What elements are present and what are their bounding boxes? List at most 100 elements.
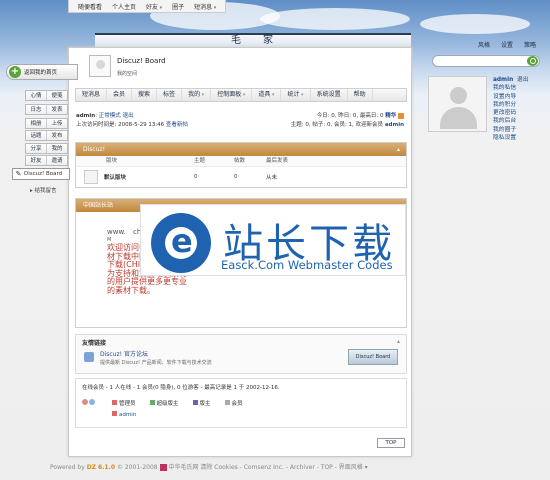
menu-pm[interactable]: 我的私信 xyxy=(493,84,529,92)
online-members: 在线会员 - 1 人在线 - 1 会员(0 隐身), 0 位游客 - 最高记录是… xyxy=(75,378,407,428)
info-user[interactable]: admin xyxy=(76,113,95,119)
friend-title: 友情链接 xyxy=(82,340,107,347)
dz-board-link[interactable]: ✎ Discuz! Board xyxy=(12,168,70,180)
top-button[interactable]: TOP xyxy=(377,438,405,448)
users-icon xyxy=(82,397,96,409)
avatar[interactable] xyxy=(428,76,487,132)
search-input[interactable] xyxy=(432,55,540,67)
info-sep: : xyxy=(95,113,98,119)
back-home-button[interactable]: + 返回我的首页 xyxy=(6,64,78,80)
forum-posts: 0 xyxy=(234,174,238,180)
nav-search[interactable]: 搜索 xyxy=(132,89,158,101)
stats-today: 今日: 0, 昨日: 0, 最高日: 0 xyxy=(316,113,384,119)
collapse-icon[interactable]: ▴ xyxy=(397,143,400,156)
nav-tags[interactable]: 标签 xyxy=(157,89,183,101)
link-style[interactable]: 风格 xyxy=(478,40,490,49)
board-subtitle[interactable]: 我的空间 xyxy=(117,70,137,77)
left-note[interactable]: 便笺 xyxy=(47,91,67,100)
topbar-friends[interactable]: 好友 xyxy=(146,2,162,11)
footer-version: 6.1.0 xyxy=(97,464,116,471)
forum-name[interactable]: 默认版块 xyxy=(104,173,194,181)
info-mode[interactable]: 正常模式 xyxy=(99,113,121,119)
info-logout[interactable]: 退出 xyxy=(123,113,134,119)
legend-supermod: 超级版主 xyxy=(149,399,179,407)
guestbook-link[interactable]: ▸ 结我留言 xyxy=(30,186,57,194)
friend-desc: 提供最新 Discuz! 产品新闻、软件下载与技术交流 xyxy=(100,360,212,366)
left-invite[interactable]: 邀请 xyxy=(47,156,67,165)
site-banner: 毛家 xyxy=(95,33,411,47)
left-friends[interactable]: 好友 xyxy=(26,156,47,165)
small-text-1: www. xyxy=(107,228,126,236)
right-user[interactable]: admin xyxy=(493,77,513,83)
link-policy[interactable]: 策略 xyxy=(524,40,536,49)
watermark-logo-icon xyxy=(151,213,211,273)
back-home-label: 返回我的首页 xyxy=(24,70,58,76)
forum-row[interactable]: 默认版块 0 0 从未 xyxy=(76,167,406,187)
menu-credits[interactable]: 我的积分 xyxy=(493,101,529,109)
banner-char-2: 家 xyxy=(263,35,275,46)
nav-help[interactable]: 帮助 xyxy=(348,89,373,101)
watermark: 站长下载 Easck.Com Webmaster Codes xyxy=(140,204,406,276)
right-logout[interactable]: 退出 xyxy=(517,77,529,83)
col-topics: 主题 xyxy=(194,158,206,164)
stats-digest[interactable]: 精华 xyxy=(385,113,396,119)
left-album[interactable]: 相册 xyxy=(26,119,47,128)
topbar-messages[interactable]: 短消息 xyxy=(194,2,216,11)
left-share[interactable]: 分享 xyxy=(26,144,47,153)
link-settings[interactable]: 设置 xyxy=(501,40,513,49)
nav-pm[interactable]: 短消息 xyxy=(76,89,108,101)
search-icon[interactable] xyxy=(527,56,538,66)
nav-control-panel[interactable]: 控制面板 xyxy=(211,89,253,101)
footer-links[interactable]: 中华毛氏网 清除 Cookies - Comsenz Inc. - Archiv… xyxy=(168,464,367,471)
nav-items[interactable]: 道具 xyxy=(252,89,282,101)
menu-password[interactable]: 更改密码 xyxy=(493,109,529,117)
forum-last: 从未 xyxy=(266,175,278,181)
info-new-posts[interactable]: 查看新帖 xyxy=(166,122,188,128)
menu-circles[interactable]: 我的圈子 xyxy=(493,126,529,134)
main-nav: 短消息 会员 搜索 标签 我的 控制面板 道具 统计 系统设置 帮助 xyxy=(75,88,407,102)
menu-settings[interactable]: 设置内导 xyxy=(493,93,529,101)
nav-system[interactable]: 系统设置 xyxy=(311,89,348,101)
user-menu: admin 退出 我的私信 设置内导 我的积分 更改密码 我的后台 我的圈子 隐… xyxy=(493,76,529,142)
col-last: 最后发表 xyxy=(266,158,289,164)
left-topic-post[interactable]: 发布 xyxy=(47,131,67,140)
top-bar: 随便看看 个人主页 好友 圈子 短消息 xyxy=(68,0,227,13)
rss-icon[interactable] xyxy=(398,112,404,119)
topbar-home[interactable]: 个人主页 xyxy=(112,2,136,11)
site-logo-icon xyxy=(159,464,167,471)
legend-member: 会员 xyxy=(224,399,243,407)
section2-title[interactable]: 中国站长站 xyxy=(83,202,113,209)
banner-char-1: 毛 xyxy=(231,35,243,46)
section-title[interactable]: Discuz! xyxy=(83,146,105,153)
left-mood[interactable]: 心情 xyxy=(26,91,47,100)
forum-table-header: 版块 主题 帖数 最后发表 xyxy=(76,156,406,167)
footer-powered: Powered by xyxy=(50,464,85,471)
nav-stats[interactable]: 统计 xyxy=(281,89,311,101)
online-user[interactable]: admin xyxy=(112,411,136,418)
left-topic[interactable]: 话题 xyxy=(26,131,47,140)
left-blog[interactable]: 日志 xyxy=(26,105,47,114)
left-blog-post[interactable]: 发表 xyxy=(47,105,67,114)
online-legend: 管理员 超级版主 版主 会员 xyxy=(112,399,243,407)
topbar-circles[interactable]: 圈子 xyxy=(172,2,184,11)
stats-new-member[interactable]: admin xyxy=(385,122,404,128)
forum-stats: 今日: 0, 昨日: 0, 最高日: 0 精华 主题: 0, 帖子: 0, 会员… xyxy=(291,112,404,130)
topbar-random[interactable]: 随便看看 xyxy=(78,2,102,11)
friend-badge[interactable]: Discuz! Board xyxy=(348,349,398,365)
pen-icon: ✎ xyxy=(15,170,22,178)
menu-privacy[interactable]: 隐私设置 xyxy=(493,134,529,142)
online-user-name[interactable]: admin xyxy=(119,412,136,418)
friend-collapse-icon[interactable]: ▴ xyxy=(397,338,400,345)
forum-topics: 0 xyxy=(194,174,198,180)
online-title: 在线会员 - 1 人在线 - 1 会员(0 隐身), 0 位游客 - 最高记录是… xyxy=(82,385,280,391)
left-upload[interactable]: 上传 xyxy=(47,119,67,128)
friend-name[interactable]: Discuz! 官方论坛 xyxy=(100,349,148,358)
footer-brand[interactable]: DZ xyxy=(87,464,96,471)
friend-links: 友情链接 ▴ Discuz! 官方论坛 提供最新 Discuz! 产品新闻、软件… xyxy=(75,334,407,374)
left-mine[interactable]: 我的 xyxy=(47,144,67,153)
board-title[interactable]: Discuz! Board xyxy=(117,57,166,65)
menu-backend[interactable]: 我的后台 xyxy=(493,117,529,125)
col-posts: 帖数 xyxy=(234,158,246,164)
nav-mine[interactable]: 我的 xyxy=(182,89,212,101)
nav-members[interactable]: 会员 xyxy=(107,89,133,101)
